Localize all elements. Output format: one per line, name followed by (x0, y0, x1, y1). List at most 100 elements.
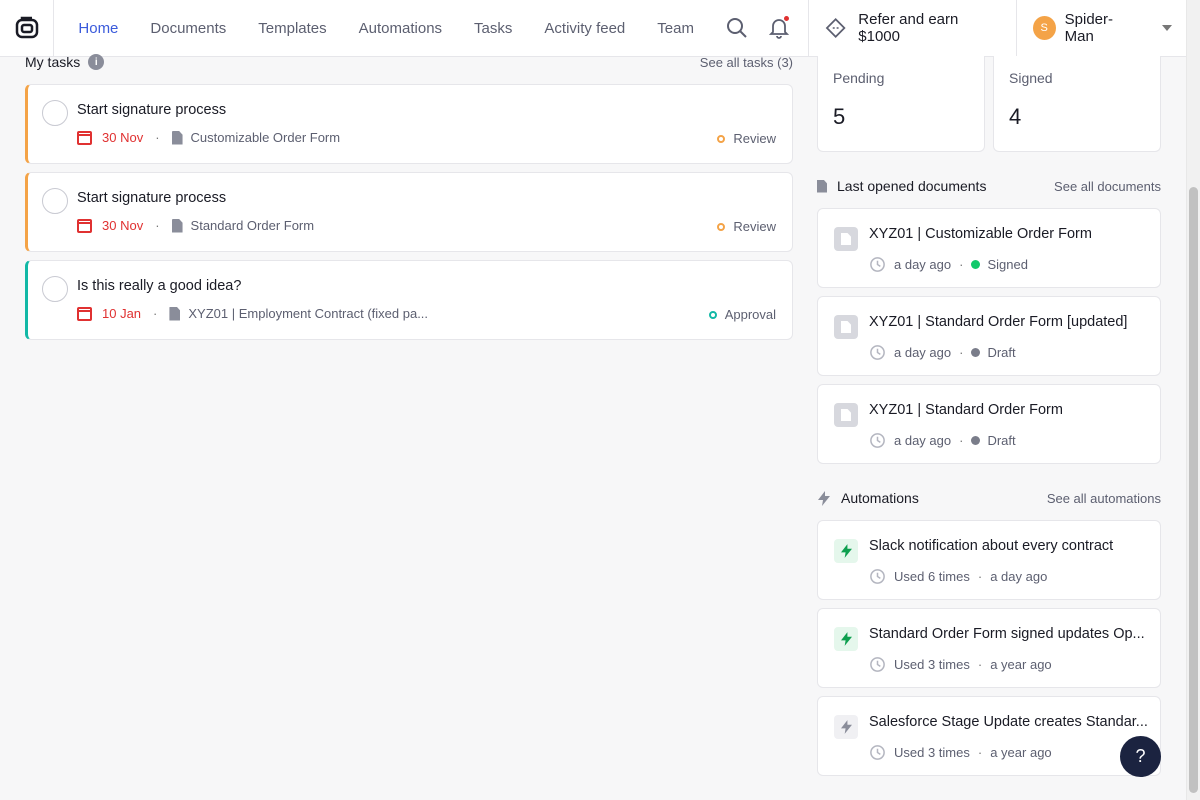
stat-value: 4 (1009, 104, 1022, 129)
task-status-label: Review (733, 219, 776, 234)
task-title: Start signature process (77, 102, 227, 118)
nav-automations[interactable]: Automations (359, 20, 442, 37)
status-dot (971, 260, 981, 269)
search-icon[interactable] (726, 17, 748, 39)
task-meta: 10 Jan · XYZ01 | Employment Contract (fi… (77, 306, 428, 321)
document-icon (834, 315, 858, 339)
automation-list: Slack notification about every contract … (817, 520, 1161, 784)
document-meta: a day ago · Draft (869, 344, 1016, 361)
task-status: Review (717, 219, 776, 234)
document-icon (169, 306, 181, 321)
refer-button[interactable]: Refer and earn $1000 (807, 0, 1017, 56)
automation-meta: Used 6 times · a day ago (869, 568, 1047, 585)
refer-label: Refer and earn $1000 (858, 11, 959, 45)
status-dot (971, 436, 981, 445)
task-document: Standard Order Form (190, 218, 315, 233)
nav-icons (726, 0, 808, 56)
document-status: Draft (987, 345, 1016, 360)
stat-pending[interactable]: Pending 5 (817, 56, 985, 152)
top-navigation: Home Documents Templates Automations Tas… (0, 0, 1186, 57)
nav-team[interactable]: Team (657, 20, 694, 37)
stat-signed[interactable]: Signed 4 (993, 56, 1161, 152)
document-title: XYZ01 | Standard Order Form (869, 402, 1063, 418)
calendar-icon (77, 218, 92, 233)
help-button[interactable]: ? (1120, 736, 1161, 777)
scrollbar-thumb[interactable] (1189, 187, 1198, 793)
nav-activity-feed[interactable]: Activity feed (544, 20, 625, 37)
see-all-automations-link[interactable]: See all automations (1047, 491, 1161, 506)
tasks-title: My tasks (25, 54, 81, 70)
user-menu[interactable]: S Spider-Man (1017, 0, 1186, 56)
task-status: Approval (708, 307, 776, 322)
task-checkbox[interactable] (42, 276, 68, 302)
task-checkbox[interactable] (42, 100, 68, 126)
task-due-date: 10 Jan (102, 306, 142, 321)
document-list: XYZ01 | Customizable Order Form a day ag… (817, 208, 1161, 472)
stat-label: Pending (833, 70, 885, 86)
automation-time: a year ago (990, 745, 1052, 760)
bolt-icon (834, 715, 858, 739)
history-icon (870, 745, 885, 760)
task-status-label: Approval (724, 307, 776, 322)
status-dot (971, 348, 981, 357)
history-icon (870, 257, 885, 272)
chevron-down-icon (1162, 25, 1172, 31)
automation-card[interactable]: Standard Order Form signed updates Op...… (817, 608, 1161, 688)
stat-value: 5 (833, 104, 846, 129)
history-icon (870, 433, 885, 448)
nav-documents[interactable]: Documents (150, 20, 226, 37)
tasks-header: My tasks i See all tasks (3) (25, 52, 793, 72)
see-all-tasks-link[interactable]: See all tasks (3) (700, 55, 793, 70)
nav-home[interactable]: Home (78, 20, 118, 37)
logo-icon (15, 16, 38, 39)
document-time: a day ago (894, 257, 952, 272)
see-all-documents-link[interactable]: See all documents (1054, 179, 1161, 194)
task-card[interactable]: Is this really a good idea? 10 Jan · XYZ… (25, 260, 793, 340)
task-list: Start signature process 30 Nov · Customi… (25, 84, 793, 348)
history-icon (870, 569, 885, 584)
task-status-label: Review (733, 131, 776, 146)
task-due-date: 30 Nov (102, 218, 144, 233)
document-icon (834, 227, 858, 251)
automation-usage: Used 3 times (894, 657, 970, 672)
document-meta: a day ago · Draft (869, 432, 1016, 449)
task-title: Start signature process (77, 190, 227, 206)
task-document: Customizable Order Form (190, 130, 341, 145)
stats-row: Pending 5 Signed 4 (817, 56, 1161, 152)
document-time: a day ago (894, 345, 952, 360)
nav-templates[interactable]: Templates (258, 20, 326, 37)
ticket-icon (825, 18, 846, 38)
documents-title: Last opened documents (837, 178, 987, 194)
task-checkbox[interactable] (42, 188, 68, 214)
document-card[interactable]: XYZ01 | Standard Order Form [updated] a … (817, 296, 1161, 376)
bolt-icon (834, 539, 858, 563)
bell-icon[interactable] (768, 15, 790, 39)
task-card[interactable]: Start signature process 30 Nov · Customi… (25, 84, 793, 164)
document-icon (834, 403, 858, 427)
history-icon (870, 657, 885, 672)
document-card[interactable]: XYZ01 | Standard Order Form a day ago · … (817, 384, 1161, 464)
task-card[interactable]: Start signature process 30 Nov · Standar… (25, 172, 793, 252)
avatar: S (1032, 16, 1056, 40)
automation-card[interactable]: Salesforce Stage Update creates Standar.… (817, 696, 1161, 776)
document-icon (171, 218, 183, 233)
nav-tasks[interactable]: Tasks (474, 20, 512, 37)
scrollbar[interactable] (1186, 0, 1200, 800)
automations-header: Automations See all automations (817, 488, 1161, 508)
automation-time: a year ago (990, 657, 1052, 672)
automation-usage: Used 3 times (894, 745, 970, 760)
automation-usage: Used 6 times (894, 569, 970, 584)
bolt-icon (834, 627, 858, 651)
document-title: XYZ01 | Customizable Order Form (869, 226, 1092, 242)
automation-card[interactable]: Slack notification about every contract … (817, 520, 1161, 600)
app-logo[interactable] (0, 0, 55, 56)
status-ring-icon (717, 222, 726, 231)
bolt-icon (817, 490, 831, 506)
automation-title: Standard Order Form signed updates Op... (869, 626, 1145, 642)
document-meta: a day ago · Signed (869, 256, 1028, 273)
document-card[interactable]: XYZ01 | Customizable Order Form a day ag… (817, 208, 1161, 288)
document-icon (817, 179, 827, 193)
task-meta: 30 Nov · Standard Order Form (77, 218, 314, 233)
automation-title: Slack notification about every contract (869, 538, 1114, 554)
info-icon[interactable]: i (88, 54, 105, 70)
